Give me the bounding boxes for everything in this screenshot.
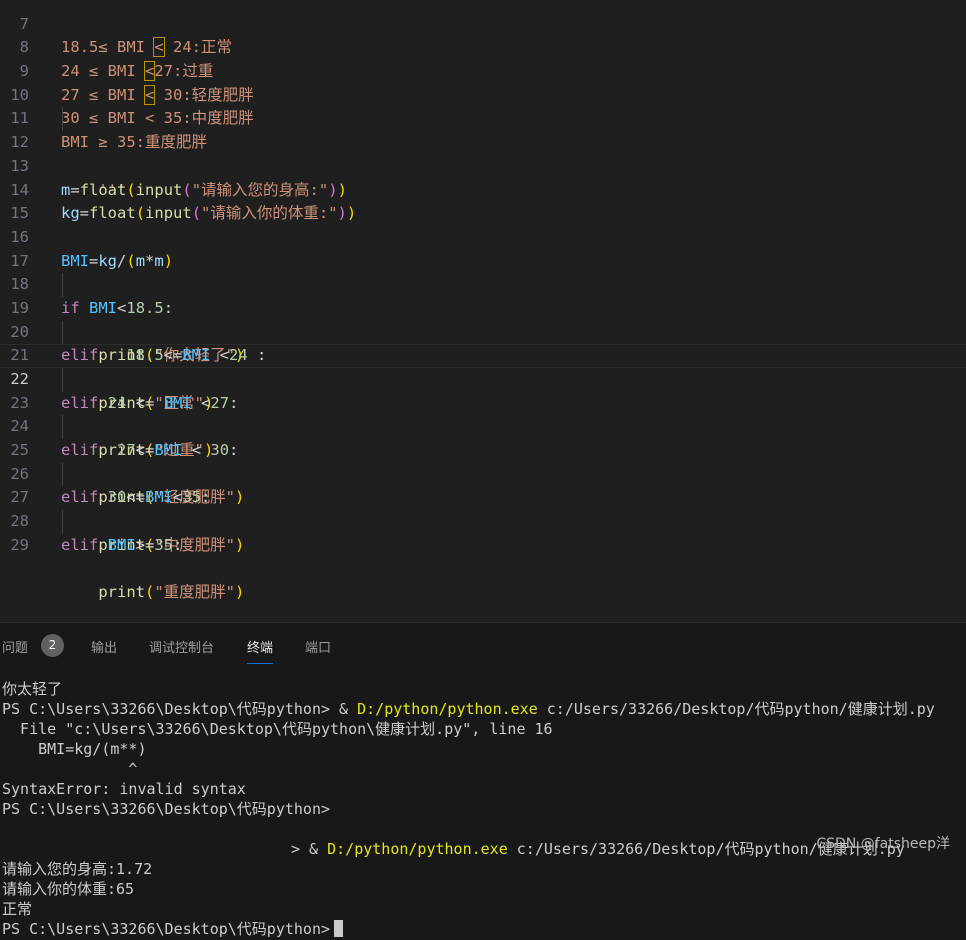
problems-count-badge: 2 <box>41 634 64 657</box>
code-editor[interactable]: 7 18.5≤ BMI < 24:正常 8 24 ≤ BMI <27:过重 9 … <box>0 0 966 622</box>
code-line-current: 22 elif 24 <= BMI <27: <box>0 344 966 412</box>
code-line: 29 print("重度肥胖") <box>0 510 966 601</box>
indent-guide <box>62 320 63 345</box>
terminal-line: 你太轻了 <box>2 680 63 698</box>
code-line: 12 ''' <box>0 107 966 199</box>
code-line: 24 elif 27<=BMI < 30: <box>0 392 966 459</box>
watermark: CSDN @fatsheep洋 <box>816 836 950 852</box>
terminal-line: PS C:\Users\33266\Desktop\代码python> <box>2 800 331 818</box>
code-line: 13 m=float(input("请输入您的身高:")) <box>0 131 966 199</box>
code-text: elif BMI>=35: <box>61 535 183 554</box>
panel-tabs: 问题 2 输出 调试控制台 终端 端口 <box>0 623 966 667</box>
code-line: 18 if BMI<18.5: <box>0 250 966 317</box>
code-line: 26 elif 30<=BMI<35: <box>0 439 966 507</box>
code-text: print("重度肥胖") <box>98 583 245 602</box>
tab-output[interactable]: 输出 <box>91 637 117 656</box>
terminal-cursor <box>334 920 344 937</box>
tab-terminal[interactable]: 终端 <box>247 637 274 664</box>
tab-debug-console[interactable]: 调试控制台 <box>149 637 214 656</box>
terminal-line: ^ <box>2 760 138 778</box>
code-lines: 7 18.5≤ BMI < 24:正常 8 24 ≤ BMI <27:过重 9 … <box>0 0 966 602</box>
terminal-line: PS C:\Users\33266\Desktop\代码python> & D:… <box>2 699 966 719</box>
code-line: 20 elif 18.5<=BMI <24 : <box>0 297 966 365</box>
terminal-line: 请输入你的体重:65 <box>2 880 135 898</box>
indent-guide <box>62 462 63 487</box>
code-line: 28 elif BMI>=35: <box>0 486 966 554</box>
indent-guide <box>62 510 63 534</box>
terminal-line: File "c:\Users\33266\Desktop\代码python\健康… <box>2 720 553 738</box>
terminal-line: 正常 <box>2 900 33 918</box>
code-line: 14 kg=float(input("请输入你的体重:")) <box>0 155 966 223</box>
tab-ports[interactable]: 端口 <box>305 637 331 656</box>
code-line: 27 print("中度肥胖") <box>0 462 966 554</box>
code-line: 23 print("过重") <box>0 368 966 459</box>
terminal-line: SyntaxError: invalid syntax <box>2 780 246 798</box>
indent-guide <box>62 273 63 297</box>
indent-guide <box>62 368 63 392</box>
code-line: 15 <box>0 179 966 222</box>
terminal-exe-path: D:/python/python.exe <box>327 840 508 858</box>
code-line: 25 print("轻度肥胖") <box>0 415 966 506</box>
terminal-prompt: PS C:\Users\33266\Desktop\代码python> <box>2 920 331 938</box>
terminal-line: BMI=kg/(m**) <box>2 740 147 758</box>
code-line: 16 BMI=kg/(m*m) <box>0 202 966 270</box>
terminal-output[interactable]: 你太轻了 PS C:\Users\33266\Desktop\代码python>… <box>2 679 966 939</box>
code-line: 21 print("正常") <box>0 320 966 412</box>
code-line: 7 18.5≤ BMI < 24:正常 <box>0 0 966 58</box>
code-line: 10 30 ≤ BMI < 35:中度肥胖 <box>0 60 966 128</box>
terminal-exe-path: D:/python/python.exe <box>357 700 538 718</box>
indent-guide <box>62 107 63 132</box>
code-line: 9 27 ≤ BMI < 30:轻度肥胖 <box>0 36 966 105</box>
terminal-prompt: > & <box>2 840 328 858</box>
code-line: 19 print("你太轻了") <box>0 273 966 364</box>
terminal-prompt: PS C:\Users\33266\Desktop\代码python> & <box>2 700 358 718</box>
line-number: 29 <box>10 535 29 554</box>
terminal-line: 请输入您的身高:1.72 <box>2 860 153 878</box>
terminal-line: PS C:\Users\33266\Desktop\代码python> <box>2 919 966 939</box>
code-line: 11 BMI ≥ 35:重度肥胖 <box>0 84 966 151</box>
tab-problems[interactable]: 问题 <box>2 637 28 656</box>
indent-guide <box>62 415 63 440</box>
terminal-arg: c:/Users/33266/Desktop/代码python/健康计划.py <box>537 700 935 718</box>
code-line: 17 <box>0 226 966 270</box>
code-line: 8 24 ≤ BMI <27:过重 <box>0 13 966 82</box>
bottom-panel: 问题 2 输出 调试控制台 终端 端口 你太轻了 PS C:\Users\332… <box>0 622 966 940</box>
